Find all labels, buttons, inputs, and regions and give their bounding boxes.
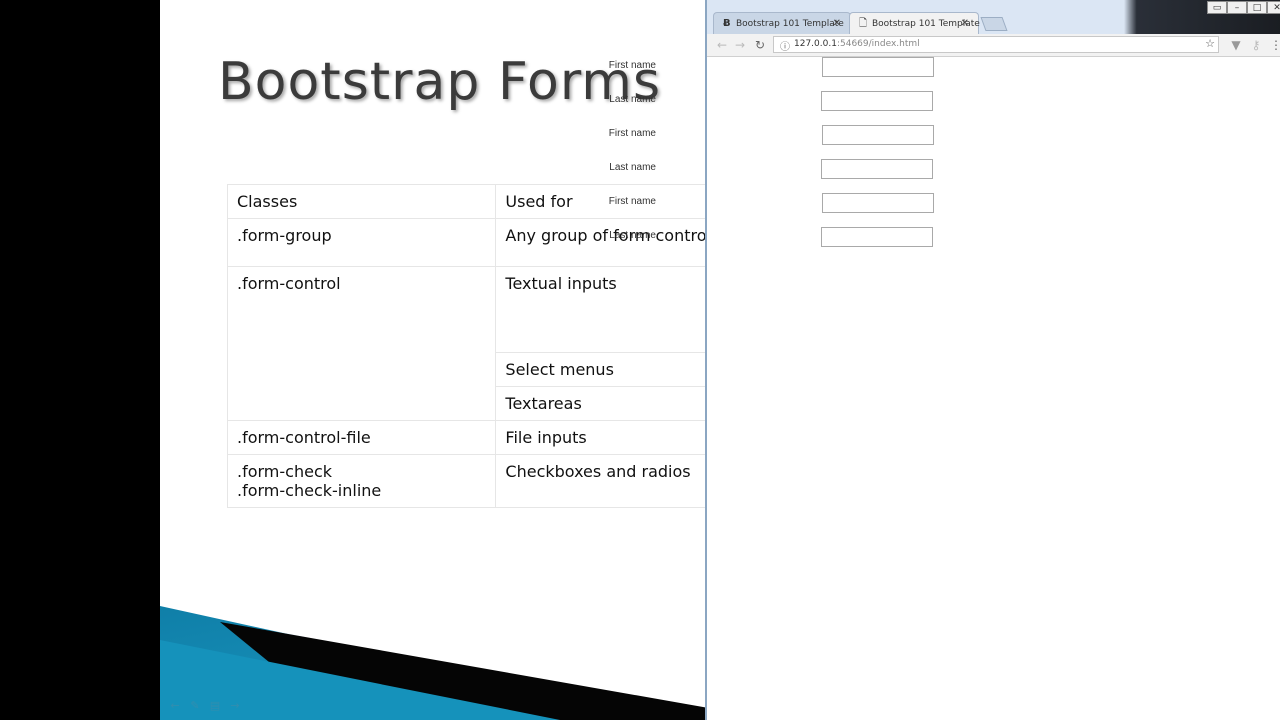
browser-window: ▭ – □ ✕ Ƀ Bootstrap 101 Template ✕ 🗋 Boo… — [609, 0, 1280, 720]
tab-bootstrap-template-1[interactable]: Ƀ Bootstrap 101 Template ✕ — [713, 12, 851, 34]
page-favicon-icon: 🗋 — [859, 18, 868, 29]
table-cell-class: .form-group — [226, 218, 497, 267]
new-tab-button[interactable] — [980, 17, 1008, 31]
first-name-input[interactable] — [822, 57, 934, 77]
minimize-icon[interactable]: – — [1227, 1, 1247, 14]
table-cell-class: .form-check .form-check-inline — [226, 454, 497, 508]
first-name-input[interactable] — [822, 193, 934, 213]
tab-title: Bootstrap 101 Template — [736, 19, 844, 29]
bootstrap-favicon-icon: Ƀ — [723, 18, 731, 29]
extension-icon[interactable]: ▼ — [1229, 37, 1243, 53]
menu-icon[interactable]: ⋮ — [1269, 37, 1280, 53]
info-icon[interactable]: ⓘ — [780, 38, 790, 53]
bookmark-star-icon[interactable]: ☆ — [1205, 37, 1215, 50]
slide-title: Bootstrap Forms — [218, 52, 662, 112]
slide-decoration — [160, 606, 720, 720]
last-name-input[interactable] — [821, 91, 933, 111]
slides-icon[interactable]: ▤ — [208, 700, 222, 712]
table-row: .form-group Any group of form contro — [226, 218, 787, 267]
form-label: Last name — [609, 94, 656, 105]
back-icon[interactable]: ← — [715, 37, 729, 53]
last-name-input[interactable] — [821, 227, 933, 247]
last-name-input[interactable] — [821, 159, 933, 179]
table-cell-class: .form-control-file — [226, 420, 497, 455]
table-header-row: Classes Used for — [226, 184, 787, 219]
maximize-icon[interactable]: □ — [1247, 1, 1267, 14]
url-host: 127.0.0.1 — [794, 39, 837, 49]
form-label: Last name — [609, 230, 656, 241]
browser-titlebar: ▭ – □ ✕ Ƀ Bootstrap 101 Template ✕ 🗋 Boo… — [707, 0, 1280, 34]
forward-arrow-icon[interactable]: → — [228, 700, 242, 712]
table-row: .form-check .form-check-inline Checkboxes… — [226, 454, 787, 508]
pen-icon[interactable]: ✎ — [188, 700, 202, 712]
tab-bootstrap-template-2[interactable]: 🗋 Bootstrap 101 Template ✕ — [849, 12, 980, 35]
back-arrow-icon[interactable]: ← — [168, 700, 182, 712]
reload-icon[interactable]: ↻ — [753, 37, 767, 53]
extension-key-icon[interactable]: ⚷ — [1249, 37, 1263, 53]
page-content: First name Last name First name Last nam… — [609, 56, 1280, 720]
forward-icon[interactable]: → — [733, 37, 747, 53]
table-cell-class: .form-control — [226, 266, 497, 421]
url-path: :54669/index.html — [836, 39, 920, 49]
class-name: .form-check-inline — [237, 481, 382, 500]
tab-close-icon[interactable]: ✕ — [961, 13, 969, 35]
first-name-input[interactable] — [822, 125, 934, 145]
tab-close-icon[interactable]: ✕ — [833, 13, 841, 35]
table-row: .form-control-file File inputs — [226, 420, 787, 455]
classes-table: Classes Used for .form-group Any group o… — [226, 184, 787, 508]
form-label: First name — [608, 128, 656, 139]
address-bar[interactable]: ⓘ 127.0.0.1:54669/index.html ☆ — [773, 36, 1219, 53]
user-icon[interactable]: ▭ — [1207, 1, 1227, 14]
form-label: Last name — [609, 162, 656, 173]
form-label: First name — [608, 196, 656, 207]
table-header-classes: Classes — [226, 184, 497, 219]
browser-toolbar: ← → ↻ ⓘ 127.0.0.1:54669/index.html ☆ ▼ ⚷… — [707, 34, 1280, 57]
form-label: First name — [608, 60, 656, 71]
table-row: .form-control Textual inputs — [226, 266, 787, 421]
class-name: .form-check — [237, 462, 333, 481]
close-window-icon[interactable]: ✕ — [1267, 1, 1280, 14]
address-url: 127.0.0.1:54669/index.html — [794, 39, 920, 49]
